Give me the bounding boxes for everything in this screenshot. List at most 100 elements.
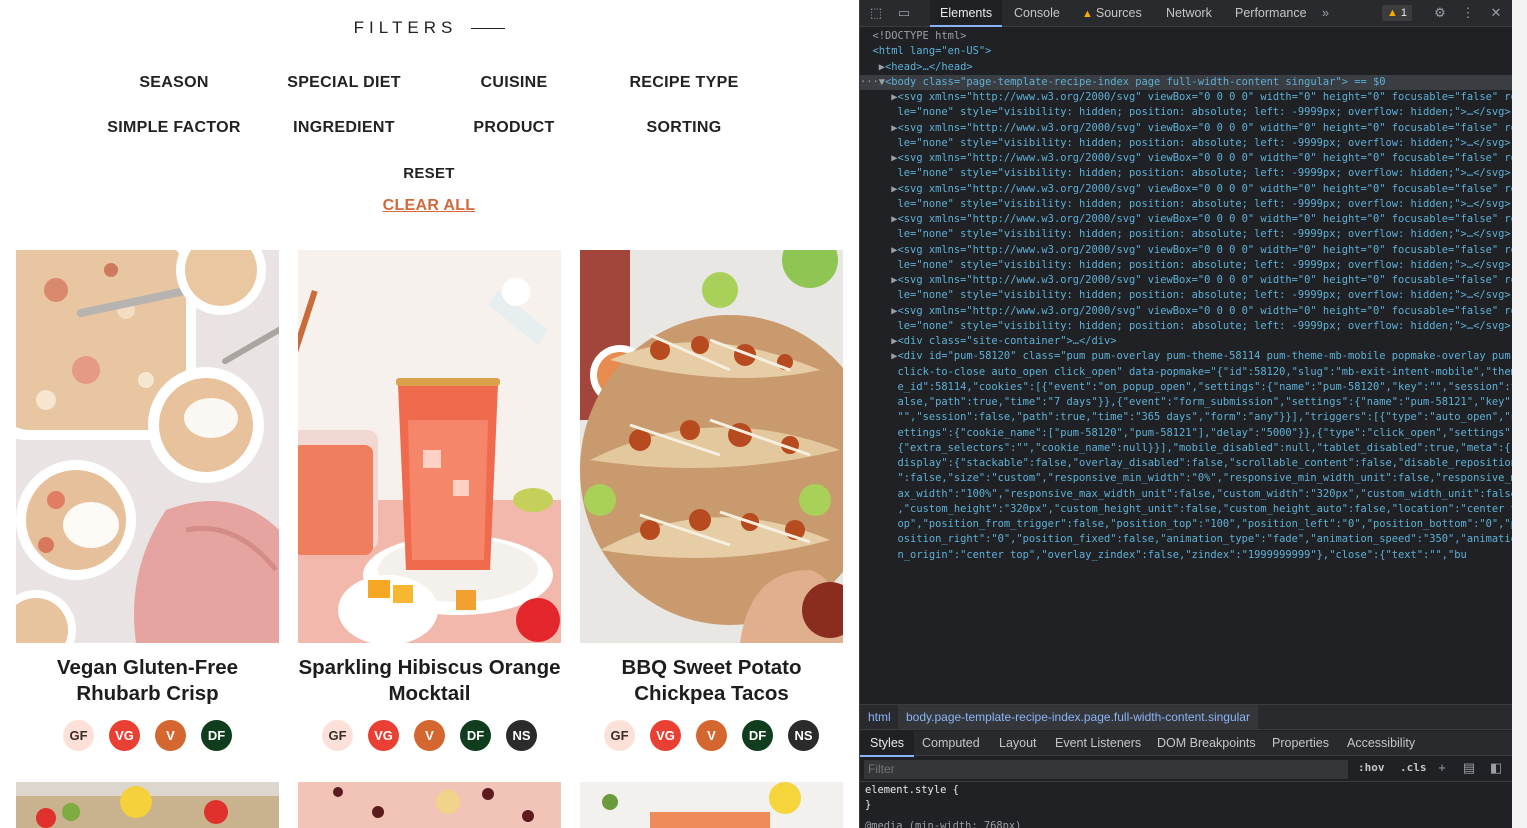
sidebar-toggle-icon[interactable]: ◧: [1488, 760, 1504, 776]
add-rule-icon[interactable]: +: [1434, 760, 1450, 776]
dom-line-svg-wrap[interactable]: le="none" style="visibility: hidden; pos…: [860, 136, 1513, 151]
expand-triangle-icon[interactable]: ▶: [860, 61, 885, 73]
recipe-image-partial[interactable]: [298, 782, 561, 828]
tab-sources[interactable]: ▲ Sources: [1082, 0, 1142, 27]
gear-icon[interactable]: ⚙: [1432, 5, 1448, 21]
expand-triangle-icon[interactable]: ▶: [860, 152, 897, 164]
recipe-title[interactable]: Vegan Gluten-Free Rhubarb Crisp: [16, 655, 279, 707]
dom-line-popup-wrap[interactable]: op","position_from_trigger":false,"posit…: [860, 517, 1513, 532]
dom-line-svg-wrap[interactable]: le="none" style="visibility: hidden; pos…: [860, 166, 1513, 181]
tab-performance[interactable]: Performance: [1235, 0, 1307, 27]
dom-line-popup-wrap[interactable]: ":false,"size":"custom","responsive_min_…: [860, 471, 1513, 486]
dom-line-svg[interactable]: ▶<svg xmlns="http://www.w3.org/2000/svg"…: [860, 90, 1513, 105]
breadcrumb-html[interactable]: html: [868, 705, 891, 729]
dom-line[interactable]: ▶<head>…</head>: [860, 60, 1513, 75]
dom-line-site-container[interactable]: ▶<div class="site-container">…</div>: [860, 334, 1513, 349]
dom-line-svg[interactable]: ▶<svg xmlns="http://www.w3.org/2000/svg"…: [860, 121, 1513, 136]
dom-line-popup-wrap[interactable]: {"extra_selectors":"","cookie_name":null…: [860, 441, 1513, 456]
tab-styles[interactable]: Styles: [860, 731, 915, 757]
dom-line-svg[interactable]: ▶<svg xmlns="http://www.w3.org/2000/svg"…: [860, 273, 1513, 288]
dom-line-popup-wrap[interactable]: n_origin":"center top","overlay_zindex":…: [860, 548, 1513, 563]
dom-line-popup-wrap[interactable]: ,"custom_height":"320px","custom_height_…: [860, 502, 1513, 517]
expand-triangle-icon[interactable]: ▶: [860, 122, 897, 134]
hov-toggle[interactable]: :hov: [1358, 761, 1385, 774]
dom-line-svg[interactable]: ▶<svg xmlns="http://www.w3.org/2000/svg"…: [860, 182, 1513, 197]
dom-line-svg[interactable]: ▶<svg xmlns="http://www.w3.org/2000/svg"…: [860, 243, 1513, 258]
tab-layout[interactable]: Layout: [999, 731, 1037, 755]
styles-filter-input[interactable]: [864, 760, 1348, 779]
tab-accessibility[interactable]: Accessibility: [1347, 731, 1415, 755]
dom-line-svg-wrap[interactable]: le="none" style="visibility: hidden; pos…: [860, 227, 1513, 242]
recipe-image-partial[interactable]: [16, 782, 279, 828]
dom-line-popup-wrap[interactable]: click-to-close auto_open click_open" dat…: [860, 365, 1513, 380]
recipe-image-partial[interactable]: [580, 782, 843, 828]
expand-triangle-icon[interactable]: ▶: [860, 335, 897, 347]
tab-computed[interactable]: Computed: [922, 731, 980, 755]
recipe-card[interactable]: Vegan Gluten-Free Rhubarb Crisp GF VG V …: [16, 250, 279, 751]
recipe-card[interactable]: BBQ Sweet Potato Chickpea Tacos GF VG V …: [580, 250, 843, 751]
filter-season-button[interactable]: SEASON: [89, 74, 259, 92]
expand-triangle-icon[interactable]: ▶: [860, 183, 897, 195]
dom-tree[interactable]: <!DOCTYPE html> <html lang="en-US"> ▶<he…: [860, 29, 1513, 704]
filter-simple-factor-button[interactable]: SIMPLE FACTOR: [89, 119, 259, 137]
cls-toggle[interactable]: .cls: [1400, 761, 1427, 774]
dom-line-popup-wrap[interactable]: osition_right":"0","position_fixed":fals…: [860, 532, 1513, 547]
dom-line[interactable]: <html lang="en-US">: [860, 44, 1513, 59]
close-icon[interactable]: ✕: [1488, 5, 1504, 21]
device-toolbar-icon[interactable]: ▭: [896, 5, 912, 21]
dom-line-popup-wrap[interactable]: display":{"stackable":false,"overlay_dis…: [860, 456, 1513, 471]
breadcrumb-body[interactable]: body.page-template-recipe-index.page.ful…: [898, 705, 1258, 729]
expand-triangle-icon[interactable]: ▶: [860, 350, 897, 362]
reset-button[interactable]: RESET: [344, 165, 514, 182]
dom-line-svg[interactable]: ▶<svg xmlns="http://www.w3.org/2000/svg"…: [860, 304, 1513, 319]
tab-elements[interactable]: Elements: [930, 0, 1003, 27]
inspect-element-icon[interactable]: ⬚: [868, 5, 884, 21]
dom-line-popup[interactable]: ▶<div id="pum-58120" class="pum pum-over…: [860, 349, 1513, 364]
recipe-title[interactable]: Sparkling Hibiscus Orange Mocktail: [298, 655, 561, 707]
filter-special-diet-button[interactable]: SPECIAL DIET: [259, 74, 429, 92]
expand-triangle-icon[interactable]: ▶: [860, 213, 897, 225]
kebab-menu-icon[interactable]: ⋮: [1460, 5, 1476, 21]
tab-event-listeners[interactable]: Event Listeners: [1055, 731, 1141, 755]
recipe-title[interactable]: BBQ Sweet Potato Chickpea Tacos: [580, 655, 843, 707]
expand-triangle-icon[interactable]: ▶: [860, 244, 897, 256]
style-rule-line[interactable]: element.style {: [865, 783, 959, 797]
dom-line-popup-wrap[interactable]: ettings":{"cookie_name":["pum-58120","pu…: [860, 426, 1513, 441]
dom-line-svg-wrap[interactable]: le="none" style="visibility: hidden; pos…: [860, 105, 1513, 120]
dom-line-svg[interactable]: ▶<svg xmlns="http://www.w3.org/2000/svg"…: [860, 212, 1513, 227]
dom-line-svg[interactable]: ▶<svg xmlns="http://www.w3.org/2000/svg"…: [860, 151, 1513, 166]
paint-icon[interactable]: ▤: [1461, 760, 1477, 776]
filter-recipe-type-button[interactable]: RECIPE TYPE: [599, 74, 769, 92]
dom-line[interactable]: <!DOCTYPE html>: [860, 29, 1513, 44]
tab-properties[interactable]: Properties: [1272, 731, 1329, 755]
tab-console[interactable]: Console: [1014, 0, 1060, 27]
dom-line-popup-wrap[interactable]: "","session":false,"path":true,"time":"3…: [860, 410, 1513, 425]
expand-triangle-icon[interactable]: ▶: [860, 274, 897, 286]
dom-line-svg-wrap[interactable]: le="none" style="visibility: hidden; pos…: [860, 319, 1513, 334]
filter-sorting-button[interactable]: SORTING: [599, 119, 769, 137]
dom-line-svg-wrap[interactable]: le="none" style="visibility: hidden; pos…: [860, 258, 1513, 273]
dom-line-popup-wrap[interactable]: alse,"path":true,"time":"7 days"}},{"eve…: [860, 395, 1513, 410]
dom-line-popup-wrap[interactable]: e_id":58114,"cookies":[{"event":"on_popu…: [860, 380, 1513, 395]
filter-ingredient-button[interactable]: INGREDIENT: [259, 119, 429, 137]
expand-triangle-icon[interactable]: ▶: [860, 305, 897, 317]
dom-line-svg-wrap[interactable]: le="none" style="visibility: hidden; pos…: [860, 197, 1513, 212]
dom-line-popup-wrap[interactable]: ax_width":"100%","responsive_max_width_u…: [860, 487, 1513, 502]
tab-network[interactable]: Network: [1166, 0, 1212, 27]
dom-line-svg-wrap[interactable]: le="none" style="visibility: hidden; pos…: [860, 288, 1513, 303]
recipe-image-bbq-tacos[interactable]: [580, 250, 843, 643]
recipe-image-hibiscus-mocktail[interactable]: [298, 250, 561, 643]
warning-count-badge[interactable]: ▲ 1: [1382, 5, 1413, 21]
expand-triangle-icon[interactable]: ▶: [860, 91, 897, 103]
tab-dom-breakpoints[interactable]: DOM Breakpoints: [1157, 731, 1256, 755]
clear-all-link[interactable]: CLEAR ALL: [344, 197, 514, 215]
expand-triangle-icon[interactable]: ···▼: [860, 76, 885, 88]
recipe-card[interactable]: Sparkling Hibiscus Orange Mocktail GF VG…: [298, 250, 561, 751]
filter-product-button[interactable]: PRODUCT: [429, 119, 599, 137]
dom-line-selected[interactable]: ···▼<body class="page-template-recipe-in…: [860, 74, 1513, 90]
more-tabs-button[interactable]: »: [1322, 0, 1329, 27]
filter-cuisine-button[interactable]: CUISINE: [429, 74, 599, 92]
recipe-image-rhubarb-crisp[interactable]: [16, 250, 279, 643]
head-tag-text: <head>…</head>: [885, 60, 973, 73]
